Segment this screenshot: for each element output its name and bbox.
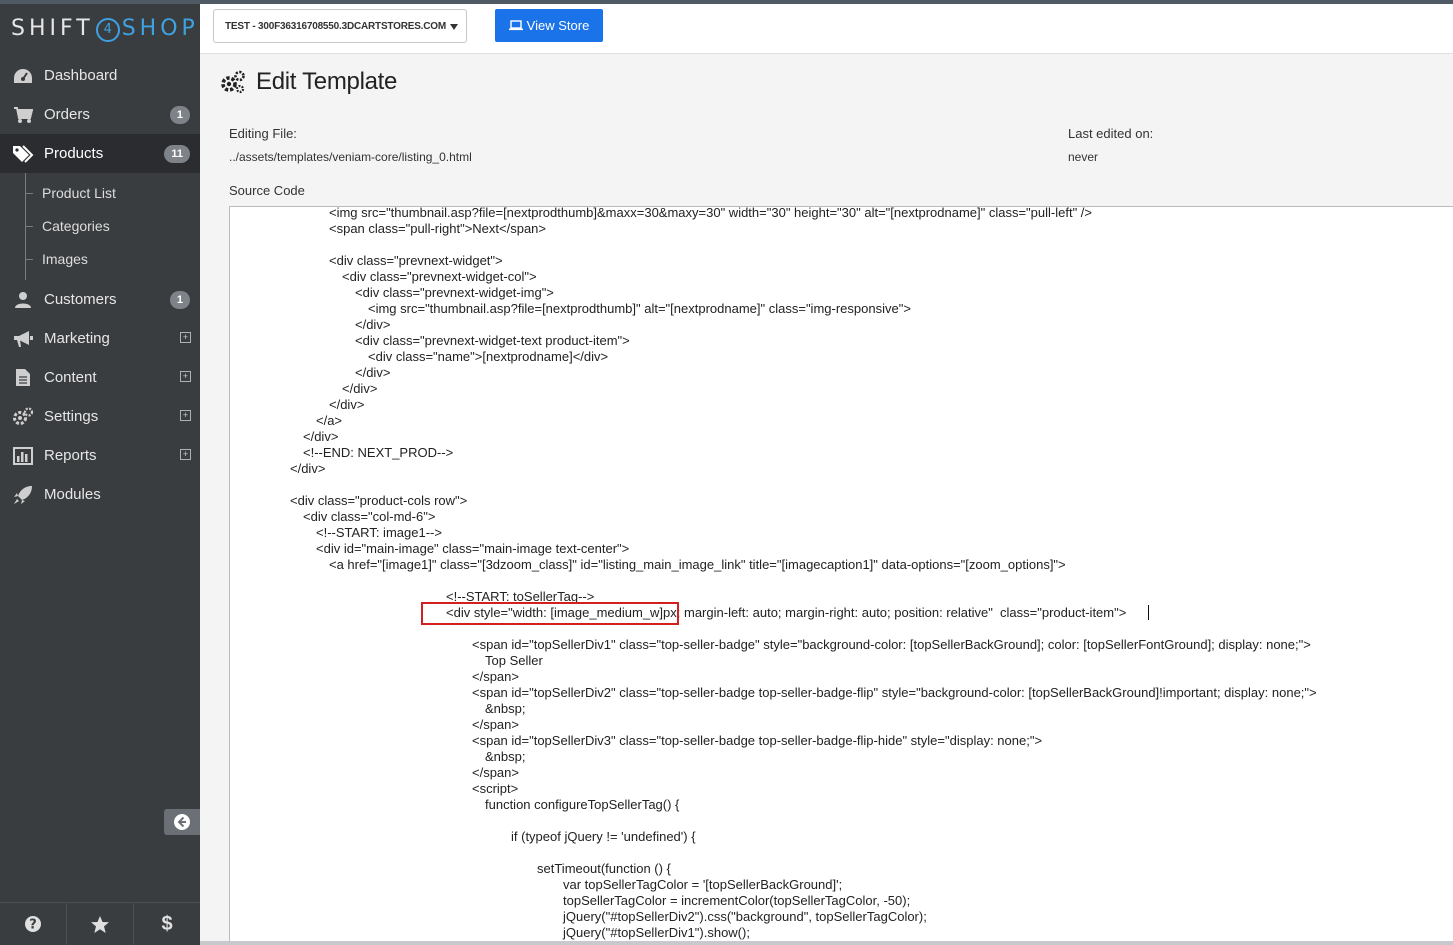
customers-count-badge: 1: [169, 291, 190, 309]
products-subnav: Product List Categories Images: [0, 173, 200, 280]
sidebar-subitem-product-list[interactable]: Product List: [0, 177, 200, 210]
products-count-badge: 11: [164, 145, 190, 163]
orders-count-badge: 1: [169, 106, 190, 124]
brand-right: SHOP: [121, 16, 199, 41]
sidebar-item-label: Settings: [44, 408, 99, 425]
editing-file-path: ../assets/templates/veniam-core/listing_…: [229, 150, 472, 164]
star-icon: [91, 915, 109, 933]
sidebar-item-customers[interactable]: Customers 1: [0, 280, 200, 319]
expand-icon[interactable]: +: [180, 332, 191, 343]
sidebar-item-products[interactable]: Products 11: [0, 134, 200, 173]
dollar-icon: $: [161, 912, 173, 935]
sidebar: SHIFT 4 SHOP Dashboard Orders 1 Products 1…: [0, 4, 200, 945]
store-selector[interactable]: TEST - 300F36316708550.3DCARTSTORES.COM: [213, 9, 467, 43]
sidebar-item-settings[interactable]: Settings +: [0, 397, 200, 436]
sidebar-item-modules[interactable]: Modules: [0, 475, 200, 514]
gears-icon: [221, 70, 245, 94]
store-selector-value: TEST - 300F36316708550.3DCARTSTORES.COM: [225, 21, 446, 32]
sidebar-item-orders[interactable]: Orders 1: [0, 95, 200, 134]
document-icon: [12, 368, 34, 387]
sidebar-item-reports[interactable]: Reports +: [0, 436, 200, 475]
editing-file-label: Editing File:: [229, 126, 297, 141]
bar-chart-icon: [12, 446, 34, 465]
sidebar-item-label: Orders: [44, 106, 90, 123]
source-code-editor[interactable]: <img src="thumbnail.asp?file=[nextprodth…: [229, 206, 1453, 945]
sidebar-item-label: Dashboard: [44, 67, 118, 84]
page-header: Edit Template: [220, 68, 397, 96]
user-icon: [12, 291, 34, 309]
sidebar-item-dashboard[interactable]: Dashboard: [0, 56, 200, 95]
sidebar-item-label: Content: [44, 369, 97, 386]
cart-icon: [12, 106, 34, 124]
sidebar-item-label: Reports: [44, 447, 97, 464]
expand-icon[interactable]: +: [180, 371, 191, 382]
svg-text:?: ?: [29, 918, 37, 933]
view-store-label: View Store: [526, 18, 590, 33]
last-edited-label: Last edited on:: [1068, 126, 1154, 141]
collapse-sidebar-button[interactable]: [164, 809, 200, 835]
expand-icon[interactable]: +: [180, 410, 191, 421]
source-code-text[interactable]: <img src="thumbnail.asp?file=[nextprodth…: [230, 207, 1453, 941]
page-title: Edit Template: [256, 68, 398, 95]
brand-left: SHIFT: [11, 16, 94, 41]
source-code-label: Source Code: [229, 183, 305, 198]
highlight-box: [421, 602, 679, 625]
expand-icon[interactable]: +: [180, 449, 191, 460]
sidebar-item-content[interactable]: Content +: [0, 358, 200, 397]
last-edited-value: never: [1068, 150, 1099, 164]
horizontal-scrollbar[interactable]: [200, 941, 1453, 945]
sidebar-item-label: Marketing: [44, 330, 110, 347]
bullhorn-icon: [12, 330, 34, 348]
laptop-icon: [508, 20, 523, 31]
sidebar-item-label: Products: [44, 145, 104, 162]
top-bar: TEST - 300F36316708550.3DCARTSTORES.COM …: [200, 4, 1453, 54]
rocket-icon: [12, 485, 34, 505]
chevron-down-icon: [450, 24, 458, 30]
help-button[interactable]: ?: [0, 903, 67, 945]
gears-icon: [12, 406, 34, 427]
sidebar-subitem-images[interactable]: Images: [0, 243, 200, 276]
sidebar-item-marketing[interactable]: Marketing +: [0, 319, 200, 358]
arrow-left-circle-icon: [174, 814, 190, 830]
help-icon: ?: [25, 916, 41, 933]
view-store-button[interactable]: View Store: [495, 9, 603, 42]
sidebar-subitem-categories[interactable]: Categories: [0, 210, 200, 243]
favorites-button[interactable]: [67, 903, 134, 945]
billing-button[interactable]: $: [134, 903, 200, 945]
sidebar-item-label: Customers: [44, 291, 117, 308]
tags-icon: [12, 144, 34, 164]
brand-number: 4: [95, 18, 120, 42]
brand-logo[interactable]: SHIFT 4 SHOP: [0, 4, 200, 56]
sidebar-bottom-bar: ? $: [0, 902, 200, 945]
text-cursor: [1148, 605, 1149, 620]
dashboard-icon: [12, 68, 34, 84]
sidebar-item-label: Modules: [44, 486, 101, 503]
